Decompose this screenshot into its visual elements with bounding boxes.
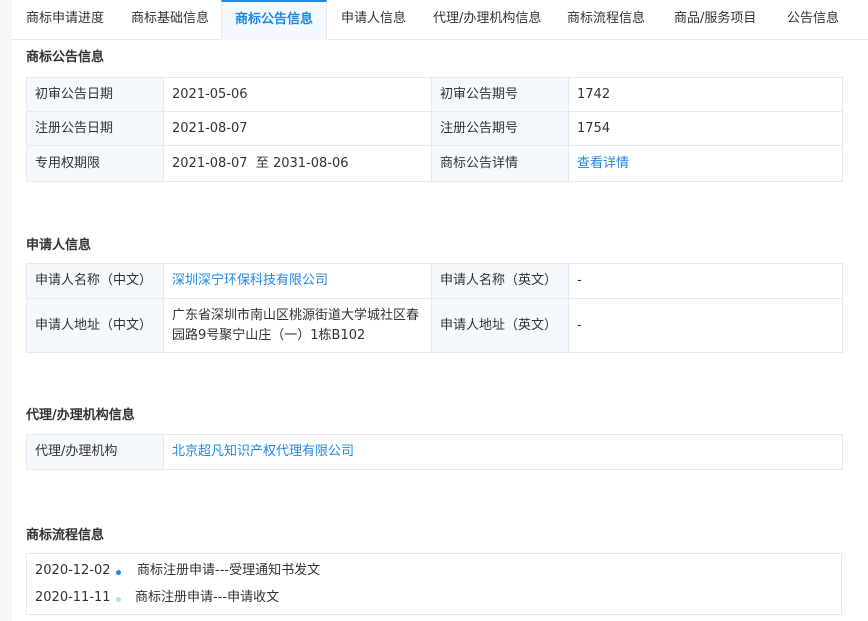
section-title-flow: 商标流程信息 [26, 528, 105, 543]
name-en-value: - [568, 263, 843, 299]
agency-name-link[interactable]: 北京超凡知识产权代理有限公司 [172, 444, 354, 459]
agency-label: 代理/办理机构 [26, 434, 164, 470]
tab-agency-info[interactable]: 代理/办理机构信息 [433, 0, 541, 40]
tab-applicant-info[interactable]: 申请人信息 [341, 0, 406, 40]
tab-application-progress[interactable]: 商标申请进度 [26, 0, 104, 40]
prelim-no-label: 初审公告期号 [431, 77, 569, 112]
name-cn-cell: 深圳深宁环保科技有限公司 [163, 263, 432, 299]
addr-cn-value: 广东省深圳市南山区桃源街道大学城社区春 园路9号聚宁山庄（一）1栋B102 [163, 298, 432, 353]
timeline-dot-icon [116, 597, 121, 602]
view-detail-link[interactable]: 查看详情 [577, 156, 629, 171]
term-label: 专用权期限 [26, 145, 164, 182]
tab-bar: 商标申请进度 商标基础信息 商标公告信息 申请人信息 代理/办理机构信息 商标流… [12, 0, 868, 40]
list-item: 2020-11-11 商标注册申请---申请收文 [27, 588, 841, 608]
addr-cn-line: 广东省深圳市南山区桃源街道大学城社区春 [172, 307, 420, 323]
table-row: 专用权期限 2021-08-07 至 2031-08-06 商标公告详情 查看详… [26, 145, 843, 182]
prelim-date-value: 2021-05-06 [163, 77, 432, 112]
tab-process-info[interactable]: 商标流程信息 [567, 0, 645, 40]
table-row: 代理/办理机构 北京超凡知识产权代理有限公司 [26, 434, 843, 470]
timeline-dot-icon [116, 570, 121, 575]
name-cn-label: 申请人名称（中文） [26, 263, 164, 299]
applicant-name-link[interactable]: 深圳深宁环保科技有限公司 [172, 273, 328, 288]
table-row: 申请人名称（中文） 深圳深宁环保科技有限公司 申请人名称（英文） - [26, 263, 843, 299]
addr-en-label: 申请人地址（英文） [431, 298, 569, 353]
term-value: 2021-08-07 至 2031-08-06 [163, 145, 432, 182]
table-row: 注册公告日期 2021-08-07 注册公告期号 1754 [26, 111, 843, 146]
flow-date: 2020-12-02 [35, 563, 111, 578]
flow-timeline: 2020-12-02 商标注册申请---受理通知书发文 2020-11-11 商… [26, 553, 842, 615]
tab-basic-info[interactable]: 商标基础信息 [131, 0, 209, 40]
reg-date-value: 2021-08-07 [163, 111, 432, 146]
reg-no-label: 注册公告期号 [431, 111, 569, 146]
flow-text: 商标注册申请---申请收文 [135, 590, 280, 605]
flow-text: 商标注册申请---受理通知书发文 [137, 563, 321, 578]
applicant-table: 申请人名称（中文） 深圳深宁环保科技有限公司 申请人名称（英文） - 申请人地址… [26, 263, 843, 353]
tab-goods-services[interactable]: 商品/服务项目 [674, 0, 756, 40]
addr-en-value: - [568, 298, 843, 353]
agency-table: 代理/办理机构 北京超凡知识产权代理有限公司 [26, 434, 843, 470]
addr-cn-line: 园路9号聚宁山庄（一）1栋B102 [172, 327, 366, 343]
prelim-date-label: 初审公告日期 [26, 77, 164, 112]
tab-announcement[interactable]: 公告信息 [787, 0, 839, 40]
section-title-agency: 代理/办理机构信息 [26, 408, 135, 423]
agency-cell: 北京超凡知识产权代理有限公司 [163, 434, 843, 470]
prelim-no-value: 1742 [568, 77, 843, 112]
table-row: 初审公告日期 2021-05-06 初审公告期号 1742 [26, 77, 843, 112]
detail-label: 商标公告详情 [431, 145, 569, 182]
name-en-label: 申请人名称（英文） [431, 263, 569, 299]
flow-date: 2020-11-11 [35, 590, 111, 605]
detail-cell: 查看详情 [568, 145, 843, 182]
section-title-applicant: 申请人信息 [26, 238, 92, 253]
reg-date-label: 注册公告日期 [26, 111, 164, 146]
reg-no-value: 1754 [568, 111, 843, 146]
section-title-notice: 商标公告信息 [26, 50, 105, 65]
list-item: 2020-12-02 商标注册申请---受理通知书发文 [27, 561, 841, 581]
table-row: 申请人地址（中文） 广东省深圳市南山区桃源街道大学城社区春 园路9号聚宁山庄（一… [26, 298, 843, 353]
tab-notice-info[interactable]: 商标公告信息 [221, 0, 327, 40]
addr-cn-label: 申请人地址（中文） [26, 298, 164, 353]
notice-table: 初审公告日期 2021-05-06 初审公告期号 1742 注册公告日期 202… [26, 77, 843, 182]
